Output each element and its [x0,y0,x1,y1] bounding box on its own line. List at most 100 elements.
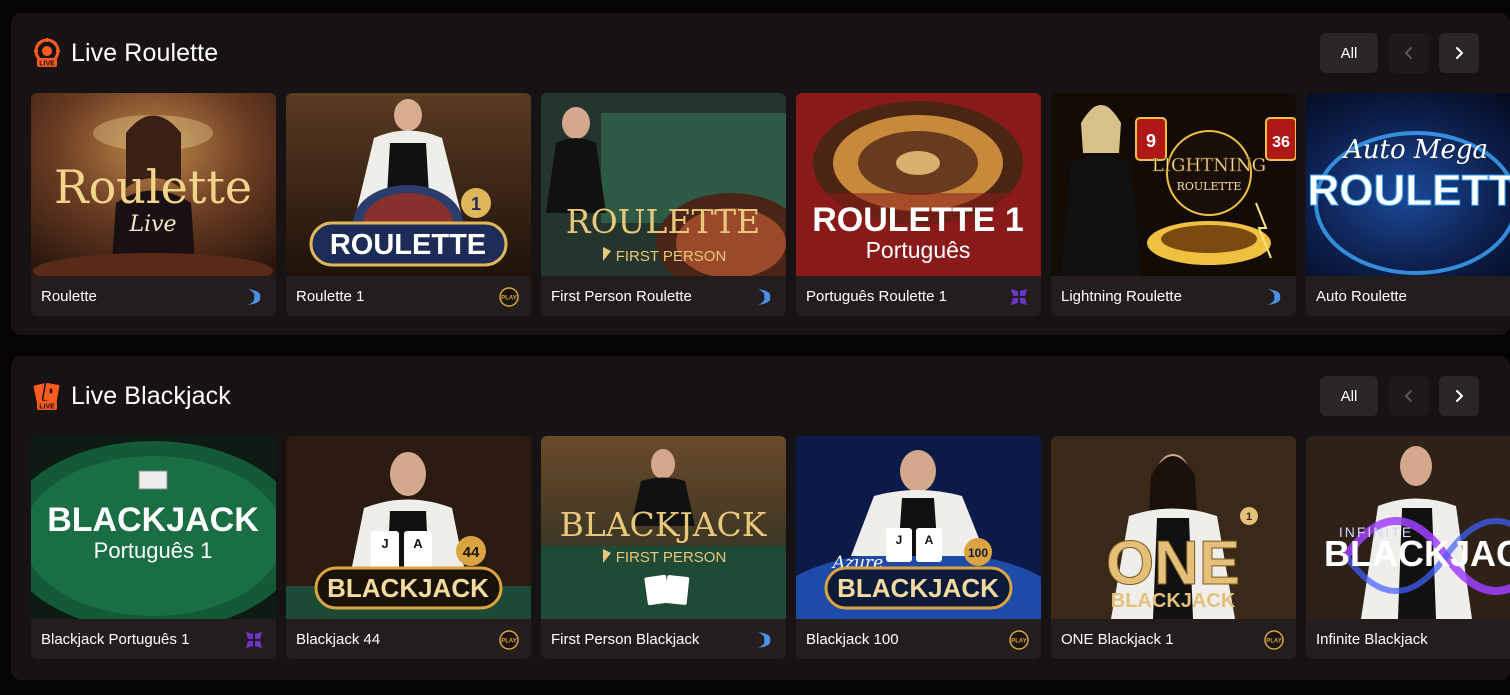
thumb-title: BLACKJACK [1324,533,1510,574]
game-card[interactable]: J A BLACKJACK 44 Blackjack 44 PLAY [286,436,531,659]
all-button[interactable]: All [1320,33,1378,73]
carousel-prev-button[interactable] [1389,376,1429,416]
game-thumbnail: 9 36 LIGHTNING ROULETTE [1051,93,1296,276]
evolution-provider-icon [1264,287,1284,307]
thumb-subtitle: Português 1 [94,538,213,563]
game-carousel: BLACKJACK Português 1 Blackjack Portuguê… [31,436,1510,660]
game-name: First Person Blackjack [551,631,700,648]
thumb-title: ROULETTE [330,229,486,261]
playtech-provider-icon: PLAY [499,287,519,307]
thumb-title: ONE [1106,529,1240,598]
live-badge-text: LIVE [39,404,55,411]
game-thumbnail: ONE BLACKJACK 1 [1051,436,1296,619]
section-header: LIVE Live Roulette All [11,13,1510,93]
game-thumbnail: INFINITE BLACKJACK [1306,436,1510,619]
thumb-badge: 100 [968,546,988,560]
pragmatic-provider-icon [244,630,264,650]
game-card[interactable]: ROULETTE FIRST PERSON First Person Roule… [541,93,786,316]
playtech-provider-icon: PLAY [499,630,519,650]
game-thumbnail: ROULETTE 1 Português [796,93,1041,276]
game-thumbnail: J A BLACKJACK 44 [286,436,531,619]
svg-text:J: J [896,533,903,547]
carousel-next-button[interactable] [1439,33,1479,73]
game-thumbnail: ROULETTE FIRST PERSON [541,93,786,276]
game-card[interactable]: ROULETTE 1 Roulette 1 PLAY [286,93,531,316]
thumb-number: 36 [1272,134,1290,151]
thumb-title: BLACKJACK [47,501,259,539]
live-roulette-section: LIVE Live Roulette All Roulette Live Rou… [11,13,1510,335]
thumb-title: Roulette [54,160,252,214]
game-card[interactable]: Auto Mega ROULETTE Auto Roulette [1306,93,1510,316]
game-name: First Person Roulette [551,288,692,305]
game-card[interactable]: ROULETTE 1 Português Português Roulette … [796,93,1041,316]
provider-badge-text: PLAY [1011,639,1026,645]
evolution-provider-icon [754,630,774,650]
game-name: Lightning Roulette [1061,288,1182,305]
game-name: Roulette 1 [296,288,365,305]
thumb-subtitle: ROULETTE [1177,180,1242,193]
live-badge-text: LIVE [39,61,55,68]
live-blackjack-icon: LIVE [31,380,63,412]
game-name: Blackjack 100 [806,631,899,648]
thumb-number: 9 [1146,131,1156,151]
thumb-title: BLACKJACK [837,573,999,603]
provider-badge-text: PLAY [501,639,516,645]
section-header: LIVE Live Blackjack All [11,356,1510,436]
thumb-subtitle: Live [128,212,176,237]
thumb-title: BLACKJACK [327,573,489,603]
thumb-subtitle: Auto Mega [1342,135,1488,165]
game-thumbnail: Auto Mega ROULETTE [1306,93,1510,276]
pragmatic-provider-icon [1009,287,1029,307]
game-name: ONE Blackjack 1 [1061,631,1174,648]
thumb-subtitle: Português [866,237,971,263]
chevron-left-icon [1405,390,1412,402]
thumb-title: BLACKJACK [560,505,768,544]
game-thumbnail: BLACKJACK FIRST PERSON [541,436,786,619]
game-name: Blackjack 44 [296,631,381,648]
game-card[interactable]: ONE BLACKJACK 1 ONE Blackjack 1 PLAY [1051,436,1296,659]
svg-text:J: J [381,536,388,551]
game-thumbnail: J A Azure BLACKJACK 100 [796,436,1041,619]
game-thumbnail: BLACKJACK Português 1 [31,436,276,619]
game-card[interactable]: BLACKJACK FIRST PERSON First Person Blac… [541,436,786,659]
game-carousel: Roulette Live Roulette ROULETTE 1 Roulet… [31,93,1510,317]
thumb-title: LIGHTNING [1152,155,1266,176]
thumb-subtitle: FIRST PERSON [616,248,727,265]
evolution-provider-icon [244,287,264,307]
section-title: Live Roulette [71,39,219,67]
game-name: Blackjack Português 1 [41,631,190,648]
playtech-provider-icon: PLAY [1264,630,1284,650]
thumb-badge: 1 [1246,511,1252,523]
svg-text:A: A [925,533,934,547]
provider-badge-text: PLAY [1266,639,1281,645]
thumb-subtitle: FIRST PERSON [616,549,727,566]
thumb-badge: 44 [463,544,480,561]
game-name: Infinite Blackjack [1316,631,1428,648]
section-title: Live Blackjack [71,382,231,410]
live-roulette-icon: LIVE [31,37,63,69]
game-name: Português Roulette 1 [806,288,947,305]
game-name: Roulette [41,288,97,305]
game-card[interactable]: Roulette Live Roulette [31,93,276,316]
thumb-title: ROULETTE 1 [812,201,1024,239]
provider-badge-text: PLAY [501,296,516,302]
live-blackjack-section: LIVE Live Blackjack All BLACKJACK Portug… [11,356,1510,680]
chevron-left-icon [1405,47,1412,59]
game-name: Auto Roulette [1316,288,1407,305]
game-card[interactable]: 9 36 LIGHTNING ROULETTE Lightning Roulet… [1051,93,1296,316]
thumb-badge: 1 [471,194,481,214]
chevron-right-icon [1456,390,1463,402]
carousel-prev-button[interactable] [1389,33,1429,73]
game-card[interactable]: BLACKJACK Português 1 Blackjack Portuguê… [31,436,276,659]
game-card[interactable]: J A Azure BLACKJACK 100 Blackjack 100 PL… [796,436,1041,659]
thumb-title: ROULETTE [566,202,760,241]
game-card[interactable]: INFINITE BLACKJACK Infinite Blackjack [1306,436,1510,659]
game-thumbnail: ROULETTE 1 [286,93,531,276]
thumb-title: ROULETTE [1307,166,1510,215]
all-button[interactable]: All [1320,376,1378,416]
playtech-provider-icon: PLAY [1009,630,1029,650]
thumb-subtitle: BLACKJACK [1111,590,1236,612]
chevron-right-icon [1456,47,1463,59]
svg-text:A: A [413,536,423,551]
carousel-next-button[interactable] [1439,376,1479,416]
